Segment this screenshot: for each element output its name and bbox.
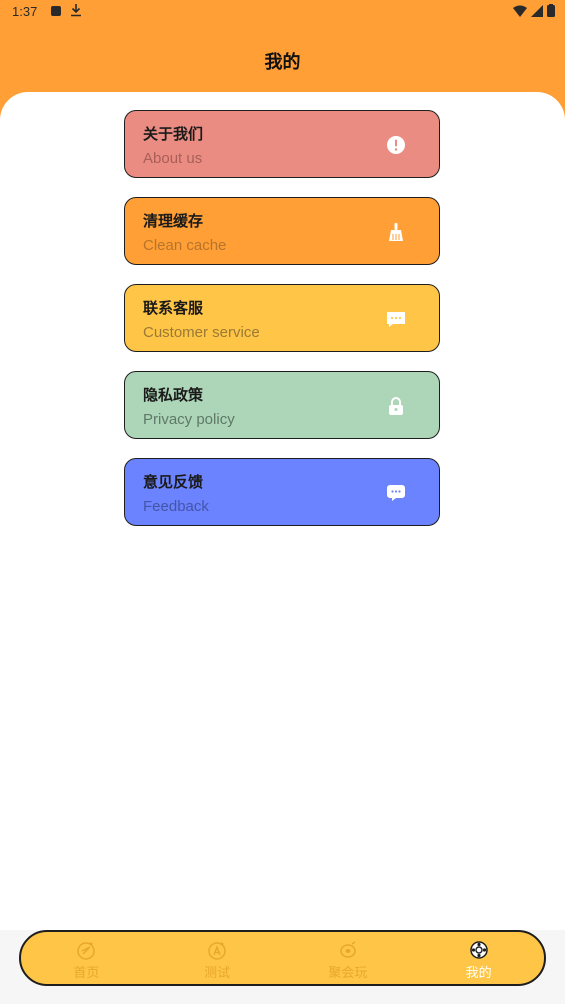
card-title: 联系客服	[143, 299, 204, 317]
info-icon	[386, 135, 406, 155]
party-icon	[338, 940, 358, 960]
settings-menu: 关于我们 About us 清理缓存 Clean cache 联系客服 Cust…	[124, 110, 440, 545]
lock-icon	[386, 396, 406, 416]
notification-icon	[51, 6, 61, 16]
feedback-icon	[386, 483, 406, 503]
card-subtitle: Privacy policy	[143, 411, 235, 428]
clean-cache-card[interactable]: 清理缓存 Clean cache	[124, 197, 440, 265]
test-icon	[207, 940, 227, 960]
profile-icon	[469, 940, 489, 960]
status-bar: 1:37	[0, 0, 565, 24]
bottom-nav-area: 首页 测试 聚会玩 我的	[0, 930, 565, 1004]
page-title: 我的	[264, 52, 301, 73]
chat-bubble-icon	[386, 309, 406, 329]
card-title: 隐私政策	[143, 386, 204, 404]
nav-label: 我的	[465, 966, 492, 981]
broom-icon	[386, 222, 406, 242]
card-subtitle: Customer service	[143, 324, 260, 341]
nav-item-party[interactable]: 聚会玩	[283, 932, 414, 984]
card-subtitle: Feedback	[143, 498, 209, 515]
about-us-card[interactable]: 关于我们 About us	[124, 110, 440, 178]
nav-label: 首页	[73, 966, 100, 981]
home-icon	[76, 940, 96, 960]
nav-label: 测试	[204, 966, 231, 981]
status-indicators	[513, 4, 555, 17]
bottom-nav: 首页 测试 聚会玩 我的	[19, 930, 546, 986]
battery-icon	[547, 4, 555, 17]
card-subtitle: Clean cache	[143, 237, 227, 254]
status-time: 1:37	[12, 4, 38, 19]
feedback-card[interactable]: 意见反馈 Feedback	[124, 458, 440, 526]
card-title: 关于我们	[143, 125, 204, 143]
nav-item-test[interactable]: 测试	[152, 932, 283, 984]
card-subtitle: About us	[143, 150, 203, 167]
wifi-icon	[513, 5, 527, 17]
nav-label: 聚会玩	[328, 966, 368, 981]
nav-item-profile[interactable]: 我的	[413, 932, 544, 984]
card-title: 意见反馈	[143, 473, 204, 491]
signal-icon	[531, 4, 543, 17]
card-title: 清理缓存	[143, 212, 204, 230]
customer-service-card[interactable]: 联系客服 Customer service	[124, 284, 440, 352]
privacy-policy-card[interactable]: 隐私政策 Privacy policy	[124, 371, 440, 439]
download-icon	[70, 3, 82, 20]
nav-item-home[interactable]: 首页	[21, 932, 152, 984]
